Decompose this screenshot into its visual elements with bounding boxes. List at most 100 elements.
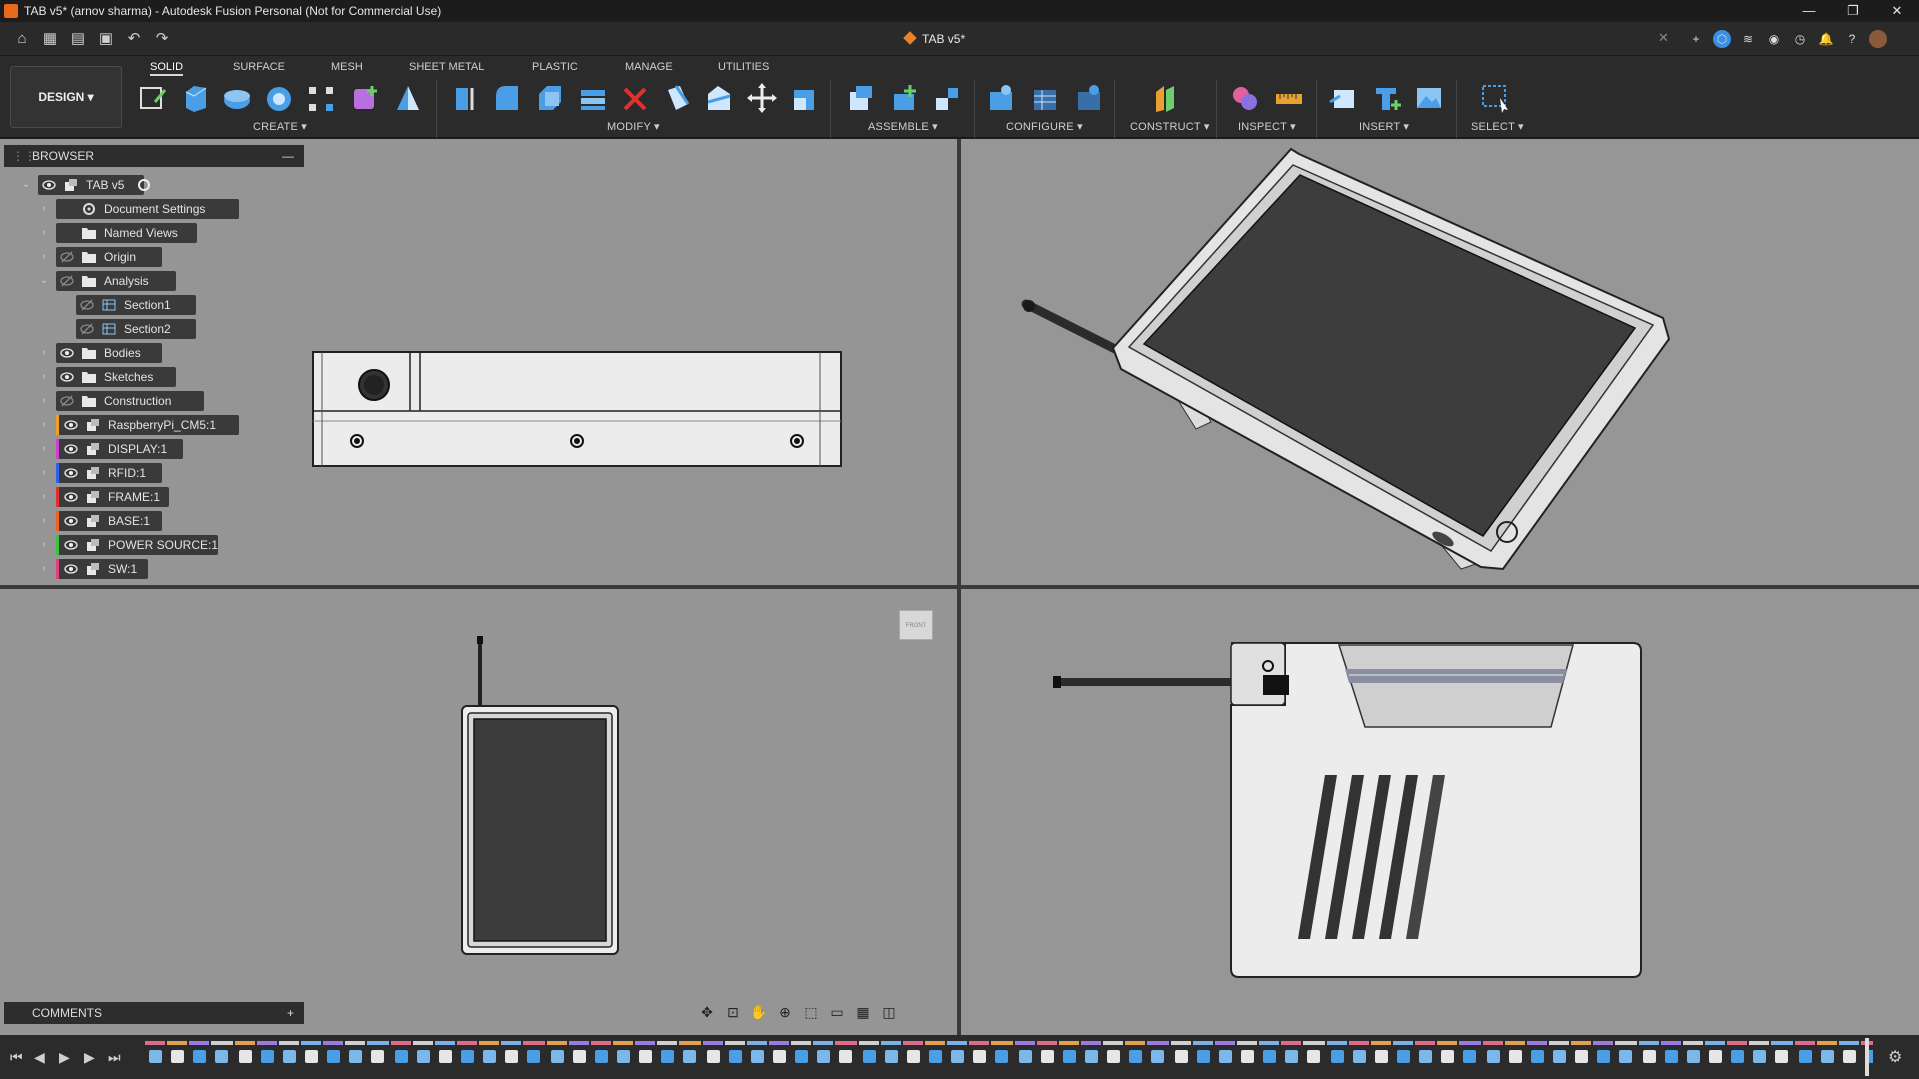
timeline-feature-icon[interactable] [1307, 1050, 1320, 1063]
timeline-feature-icon[interactable] [995, 1050, 1008, 1063]
undo-icon[interactable]: ↶ [124, 29, 144, 49]
timeline-feature-icon[interactable] [683, 1050, 696, 1063]
viewports-icon[interactable]: ◫ [879, 1002, 899, 1022]
pan-icon[interactable]: ✋ [749, 1002, 769, 1022]
chevron-right-icon[interactable]: › [38, 439, 50, 459]
grid-settings-icon[interactable]: ▦ [853, 1002, 873, 1022]
chevron-right-icon[interactable]: › [38, 415, 50, 435]
eye-icon[interactable] [60, 370, 74, 384]
timeline-feature-icon[interactable] [1063, 1050, 1076, 1063]
sweep-icon[interactable] [264, 82, 294, 114]
browser-node[interactable]: › POWER SOURCE:1 [0, 535, 300, 555]
browser-node[interactable]: ⌄ Analysis [0, 271, 300, 291]
select-menu[interactable]: SELECT ▾ [1471, 120, 1524, 133]
select-icon[interactable] [1480, 82, 1510, 114]
help-icon[interactable]: ? [1843, 30, 1861, 48]
tab-sheet-metal[interactable]: SHEET METAL [409, 58, 484, 76]
save-icon[interactable]: ▣ [96, 29, 116, 49]
offset-plane-icon[interactable] [1152, 82, 1182, 114]
browser-node[interactable]: › RaspberryPi_CM5:1 [0, 415, 300, 435]
timeline-feature-icon[interactable] [327, 1050, 340, 1063]
revolve-icon[interactable] [222, 82, 252, 114]
timeline-feature-icon[interactable] [1107, 1050, 1120, 1063]
eye-icon[interactable] [60, 202, 74, 216]
timeline-feature-icon[interactable] [1843, 1050, 1856, 1063]
eye-hidden-icon[interactable] [80, 298, 94, 312]
timeline-feature-icon[interactable] [283, 1050, 296, 1063]
timeline-feature-icon[interactable] [1575, 1050, 1588, 1063]
timeline-feature-icon[interactable] [171, 1050, 184, 1063]
configure-menu[interactable]: CONFIGURE ▾ [1006, 120, 1083, 133]
timeline-feature-icon[interactable] [1553, 1050, 1566, 1063]
avatar[interactable] [1869, 30, 1887, 48]
chevron-right-icon[interactable]: › [38, 199, 50, 219]
timeline-feature-icon[interactable] [193, 1050, 206, 1063]
browser-node[interactable]: › Construction [0, 391, 300, 411]
timeline-feature-icon[interactable] [1151, 1050, 1164, 1063]
timeline-feature-icon[interactable] [595, 1050, 608, 1063]
extensions-icon[interactable]: ⬡ [1713, 30, 1731, 48]
tab-mesh[interactable]: MESH [331, 58, 363, 76]
browser-node[interactable]: › BASE:1 [0, 511, 300, 531]
timeline-feature-icon[interactable] [1775, 1050, 1788, 1063]
configure-table-icon[interactable] [986, 82, 1016, 114]
scale-icon[interactable] [790, 82, 820, 114]
fit-icon[interactable]: ⬚ [801, 1002, 821, 1022]
inspect-menu[interactable]: INSPECT ▾ [1238, 120, 1296, 133]
chevron-right-icon[interactable]: › [38, 247, 50, 267]
timeline-feature-icon[interactable] [1353, 1050, 1366, 1063]
create-form-icon[interactable] [350, 82, 380, 114]
browser-header[interactable]: ⋮⋮ BROWSER — [4, 145, 304, 167]
chevron-down-icon[interactable]: ⌄ [20, 175, 32, 195]
timeline-feature-icon[interactable] [951, 1050, 964, 1063]
timeline-feature-icon[interactable] [1643, 1050, 1656, 1063]
timeline-feature-icon[interactable] [729, 1050, 742, 1063]
viewport-bottom-left[interactable]: FRONT [0, 589, 957, 1035]
timeline-feature-icon[interactable] [1041, 1050, 1054, 1063]
timeline-feature-icon[interactable] [1463, 1050, 1476, 1063]
browser-node[interactable]: › Bodies [0, 343, 300, 363]
timeline-feature-icon[interactable] [1487, 1050, 1500, 1063]
chevron-down-icon[interactable]: ⌄ [38, 271, 50, 291]
timeline-feature-icon[interactable] [1331, 1050, 1344, 1063]
timeline-feature-icon[interactable] [639, 1050, 652, 1063]
browser-node[interactable]: Section2 [0, 319, 300, 339]
timeline-feature-icon[interactable] [661, 1050, 674, 1063]
display-settings-icon[interactable]: ▭ [827, 1002, 847, 1022]
pattern-icon[interactable] [306, 82, 336, 114]
eye-icon[interactable] [64, 442, 78, 456]
eye-icon[interactable] [64, 562, 78, 576]
timeline-feature-icon[interactable] [1665, 1050, 1678, 1063]
tab-surface[interactable]: SURFACE [233, 58, 285, 76]
chevron-right-icon[interactable]: › [38, 511, 50, 531]
timeline-feature-icon[interactable] [863, 1050, 876, 1063]
fillet-icon[interactable] [492, 82, 522, 114]
timeline-feature-icon[interactable] [349, 1050, 362, 1063]
timeline-feature-icon[interactable] [1709, 1050, 1722, 1063]
viewport-top-right[interactable] [961, 139, 1919, 585]
chevron-right-icon[interactable]: › [38, 559, 50, 579]
draft-icon[interactable] [662, 82, 692, 114]
eye-icon[interactable] [60, 346, 74, 360]
insert-menu[interactable]: INSERT ▾ [1359, 120, 1409, 133]
file-icon[interactable]: ▤ [68, 29, 88, 49]
timeline-feature-icon[interactable] [929, 1050, 942, 1063]
configure-rule-icon[interactable] [1030, 82, 1060, 114]
go-to-start-button[interactable]: ⏮ [10, 1049, 23, 1066]
chevron-right-icon[interactable]: › [38, 223, 50, 243]
redo-icon[interactable]: ↷ [152, 29, 172, 49]
maximize-button[interactable]: ❐ [1831, 0, 1875, 22]
timeline-feature-icon[interactable] [149, 1050, 162, 1063]
timeline-feature-icon[interactable] [239, 1050, 252, 1063]
online-icon[interactable]: ◉ [1765, 30, 1783, 48]
viewcube[interactable]: FRONT [899, 610, 933, 640]
mirror-icon[interactable] [393, 82, 423, 114]
add-comment-icon[interactable]: + [287, 1002, 294, 1024]
viewport-splitter-horizontal[interactable] [0, 585, 1919, 589]
timeline-feature-icon[interactable] [795, 1050, 808, 1063]
collapse-icon[interactable]: — [282, 145, 294, 167]
create-sketch-icon[interactable] [137, 82, 167, 114]
timeline-feature-icon[interactable] [1285, 1050, 1298, 1063]
gear-icon[interactable]: ⚙ [1888, 1047, 1902, 1067]
timeline-feature-icon[interactable] [1509, 1050, 1522, 1063]
